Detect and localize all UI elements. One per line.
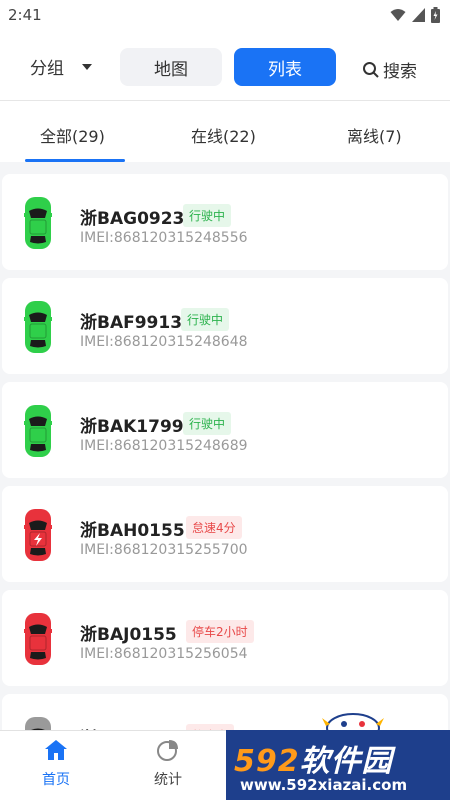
vehicle-status-badge: 行驶中 bbox=[181, 308, 230, 331]
home-icon bbox=[45, 740, 67, 760]
vehicle-imei: IMEI:868120315248556 bbox=[80, 230, 248, 246]
vehicle-imei: IMEI:868120315256054 bbox=[80, 646, 248, 662]
tab-stats-label: 统计 bbox=[154, 772, 182, 788]
vehicle-list: 浙BAG0923 行驶中 IMEI:868120315248556 浙BAF9913 行… bbox=[0, 170, 450, 730]
battery-icon bbox=[431, 7, 440, 23]
watermark-brand: 592软件园 bbox=[234, 744, 393, 779]
vehicle-imei: IMEI:868120315248648 bbox=[80, 334, 248, 350]
vehicle-plate: 浙BAJ0155 bbox=[80, 625, 177, 645]
watermark-url: www.592xiazai.com bbox=[240, 776, 408, 794]
map-view-button[interactable]: 地图 bbox=[120, 48, 222, 86]
watermark-banner: 592软件园 www.592xiazai.com bbox=[226, 730, 450, 800]
car-icon bbox=[24, 405, 52, 457]
car-icon bbox=[24, 509, 52, 561]
group-label: 分组 bbox=[30, 59, 64, 79]
caret-down-icon bbox=[82, 63, 92, 70]
tab-online[interactable]: 在线(22) bbox=[191, 123, 256, 147]
tab-all[interactable]: 全部(29) bbox=[40, 123, 105, 147]
vehicle-status-badge: 行驶中 bbox=[183, 412, 232, 435]
group-dropdown[interactable]: 分组 bbox=[30, 54, 92, 79]
vehicle-card[interactable]: 浙BAJ0155 停车2小时 IMEI:868120315256054 bbox=[2, 590, 448, 686]
status-time: 2:41 bbox=[8, 6, 42, 24]
status-icons bbox=[390, 7, 440, 23]
search-button[interactable]: 搜索 bbox=[362, 57, 417, 82]
car-icon bbox=[25, 717, 51, 730]
vehicle-card[interactable]: 浙BAK1799 行驶中 IMEI:868120315248689 bbox=[2, 382, 448, 478]
vehicle-card[interactable]: 浙BAG0923 行驶中 IMEI:868120315248556 bbox=[2, 174, 448, 270]
vehicle-imei: IMEI:868120315255700 bbox=[80, 542, 248, 558]
vehicle-plate: 浙BAK1799 bbox=[80, 417, 184, 437]
cell-signal-icon bbox=[412, 8, 425, 22]
tab-home-label: 首页 bbox=[42, 772, 70, 788]
tab-offline[interactable]: 离线(7) bbox=[347, 123, 402, 147]
vehicle-status-badge: 怠速4分 bbox=[186, 516, 242, 539]
vehicle-card[interactable]: 浙BAH0155 怠速4分 IMEI:868120315255700 bbox=[2, 486, 448, 582]
car-icon bbox=[24, 301, 52, 353]
search-label: 搜索 bbox=[383, 62, 417, 82]
search-icon bbox=[363, 61, 379, 78]
vehicle-plate: 浙BAG0923 bbox=[80, 209, 185, 229]
vehicle-status-badge: 行驶中 bbox=[183, 204, 232, 227]
mascot-logo bbox=[322, 713, 384, 732]
tab-stats[interactable]: 统计 bbox=[138, 739, 198, 789]
top-bar: 分组 地图 列表 搜索 bbox=[0, 32, 450, 100]
vehicle-plate: 浙BAF9913 bbox=[80, 313, 183, 333]
wifi-icon bbox=[390, 9, 406, 21]
tab-home[interactable]: 首页 bbox=[26, 739, 86, 789]
car-icon bbox=[24, 197, 52, 249]
vehicle-imei: IMEI:868120315248689 bbox=[80, 438, 248, 454]
car-icon bbox=[24, 613, 52, 665]
vehicle-status-badge: 停车2小时 bbox=[186, 620, 254, 643]
list-view-button[interactable]: 列表 bbox=[234, 48, 336, 86]
vehicle-card[interactable]: 浙BAF9913 行驶中 IMEI:868120315248648 bbox=[2, 278, 448, 374]
active-tab-indicator bbox=[25, 159, 125, 162]
vehicle-plate: 浙BAH0155 bbox=[80, 521, 185, 541]
pie-chart-icon bbox=[157, 740, 178, 761]
status-bar: 2:41 bbox=[0, 0, 450, 32]
filter-tabs: 全部(29) 在线(22) 离线(7) bbox=[0, 100, 450, 162]
